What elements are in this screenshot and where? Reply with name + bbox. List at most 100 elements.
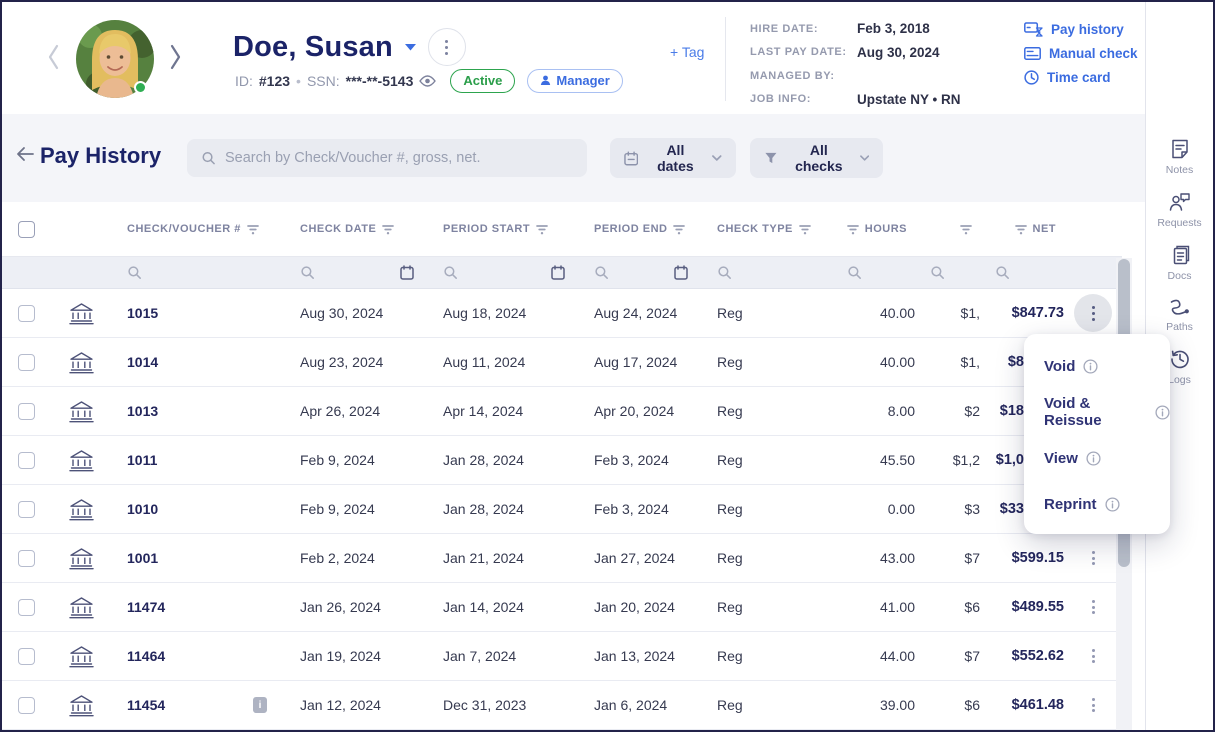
sidebar-item-notes[interactable]: Notes: [1166, 138, 1193, 176]
info-circle-icon[interactable]: [1083, 359, 1098, 374]
row-kebab-menu-button[interactable]: [1086, 594, 1101, 620]
row-checkbox[interactable]: [18, 452, 35, 469]
employee-id-row: ID: #123 • SSN: ***-**-5143 Active Manag…: [235, 69, 623, 93]
period-start-cell: Jan 14, 2024: [428, 599, 579, 615]
calendar-picker[interactable]: [400, 265, 414, 280]
filter-cell-gross[interactable]: [915, 257, 980, 288]
previous-employee-button[interactable]: [46, 42, 61, 77]
sort-filter-icon[interactable]: [673, 224, 685, 235]
sidebar-item-logs[interactable]: Logs: [1168, 348, 1191, 386]
column-header-period_start[interactable]: PERIOD START: [428, 223, 579, 235]
row-kebab-menu-button[interactable]: [1086, 643, 1101, 669]
filter-cell-period_end[interactable]: [579, 257, 702, 288]
logs-icon: [1169, 348, 1191, 370]
search-box[interactable]: [187, 139, 587, 177]
column-header-period_end[interactable]: PERIOD END: [579, 223, 702, 235]
paths-icon: [1168, 297, 1191, 317]
ssn-reveal-eye-icon[interactable]: [419, 75, 436, 87]
gross-cell-clipped: $6: [915, 697, 980, 713]
table-filter-row: [2, 256, 1122, 289]
info-circle-icon[interactable]: [1155, 405, 1170, 420]
check-type-filter-button[interactable]: All checks: [750, 138, 883, 178]
menu-item-view[interactable]: View: [1024, 435, 1170, 481]
menu-item-void[interactable]: Void: [1024, 343, 1170, 389]
role-badge[interactable]: Manager: [527, 69, 622, 93]
column-header-voucher[interactable]: CHECK/VOUCHER #: [112, 223, 285, 235]
quick-link-manual-check[interactable]: Manual check: [1024, 41, 1138, 65]
column-header-check_date[interactable]: CHECK DATE: [285, 223, 428, 235]
row-checkbox[interactable]: [18, 354, 35, 371]
row-checkbox[interactable]: [18, 501, 35, 518]
row-kebab-menu-button[interactable]: [1086, 545, 1101, 571]
sidebar-item-label: Paths: [1166, 321, 1193, 333]
employee-avatar[interactable]: [76, 20, 154, 98]
filter-cell-net[interactable]: [980, 257, 1064, 288]
gross-cell-clipped: $2: [915, 403, 980, 419]
menu-item-void-reissue[interactable]: Void & Reissue: [1024, 389, 1170, 435]
hours-cell: 44.00: [832, 648, 915, 664]
employment-detail-row: LAST PAY DATE:Aug 30, 2024: [750, 41, 961, 65]
column-header-net[interactable]: NET: [980, 223, 1064, 235]
search-input[interactable]: [225, 150, 573, 166]
menu-item-reprint[interactable]: Reprint: [1024, 481, 1170, 527]
hours-cell: 39.00: [832, 697, 915, 713]
check-type-cell: Reg: [702, 599, 832, 615]
sort-filter-icon[interactable]: [1015, 224, 1027, 235]
row-checkbox[interactable]: [18, 305, 35, 322]
net-cell: $847.73: [980, 305, 1064, 321]
date-filter-button[interactable]: All dates: [610, 138, 736, 178]
back-button[interactable]: [16, 146, 34, 167]
sidebar-item-paths[interactable]: Paths: [1166, 297, 1193, 333]
search-icon: [995, 265, 1010, 280]
column-label: NET: [1033, 223, 1057, 235]
info-circle-icon[interactable]: [1105, 497, 1120, 512]
row-checkbox[interactable]: [18, 648, 35, 665]
row-checkbox[interactable]: [18, 403, 35, 420]
check-date-cell: Aug 30, 2024: [285, 305, 428, 321]
row-checkbox[interactable]: [18, 697, 35, 714]
calendar-picker[interactable]: [551, 265, 565, 280]
row-select-cell: [2, 305, 54, 322]
net-cell: $599.15: [980, 550, 1064, 566]
sidebar-item-requests[interactable]: Requests: [1157, 191, 1201, 229]
info-circle-icon[interactable]: [1086, 451, 1101, 466]
profile-more-actions-button[interactable]: [428, 28, 466, 66]
sort-filter-icon[interactable]: [799, 224, 811, 235]
sidebar-item-label: Docs: [1168, 270, 1192, 282]
next-employee-button[interactable]: [168, 42, 183, 77]
voucher-number: 1001: [112, 550, 285, 566]
sidebar-item-docs[interactable]: Docs: [1168, 244, 1192, 282]
period-start-cell: Jan 28, 2024: [428, 501, 579, 517]
add-tag-link[interactable]: + Tag: [670, 44, 704, 60]
filter-cell-voucher[interactable]: [112, 257, 285, 288]
bank-cell: [54, 449, 112, 472]
filter-cell-check_type[interactable]: [702, 257, 832, 288]
sort-filter-icon[interactable]: [847, 224, 859, 235]
detail-value: Feb 3, 2018: [857, 21, 930, 36]
hours-cell: 0.00: [832, 501, 915, 517]
row-kebab-menu-button[interactable]: [1086, 692, 1101, 718]
quick-link-time-card[interactable]: Time card: [1024, 65, 1138, 89]
sort-filter-icon[interactable]: [536, 224, 548, 235]
hours-cell: 40.00: [832, 354, 915, 370]
row-checkbox[interactable]: [18, 550, 35, 567]
quick-link-pay-history[interactable]: Pay history: [1024, 17, 1138, 41]
table-row: 1010Feb 9, 2024Jan 28, 2024Feb 3, 2024Re…: [2, 485, 1122, 534]
voucher-number: 11454i: [112, 697, 285, 713]
select-all-checkbox[interactable]: [18, 221, 35, 238]
column-header-gross[interactable]: [915, 224, 980, 235]
sort-filter-icon[interactable]: [247, 224, 259, 235]
column-header-check_type[interactable]: CHECK TYPE: [702, 223, 832, 235]
hours-cell: 45.50: [832, 452, 915, 468]
column-header-hours[interactable]: HOURS: [832, 223, 915, 235]
sort-filter-icon[interactable]: [382, 224, 394, 235]
row-checkbox[interactable]: [18, 599, 35, 616]
filter-cell-check_date[interactable]: [285, 257, 428, 288]
filter-cell-hours[interactable]: [832, 257, 915, 288]
sort-filter-icon[interactable]: [960, 224, 972, 235]
info-badge-icon[interactable]: i: [253, 697, 267, 713]
row-kebab-menu-button[interactable]: [1074, 294, 1112, 332]
calendar-picker[interactable]: [674, 265, 688, 280]
name-dropdown-caret-icon[interactable]: [405, 44, 416, 51]
filter-cell-period_start[interactable]: [428, 257, 579, 288]
